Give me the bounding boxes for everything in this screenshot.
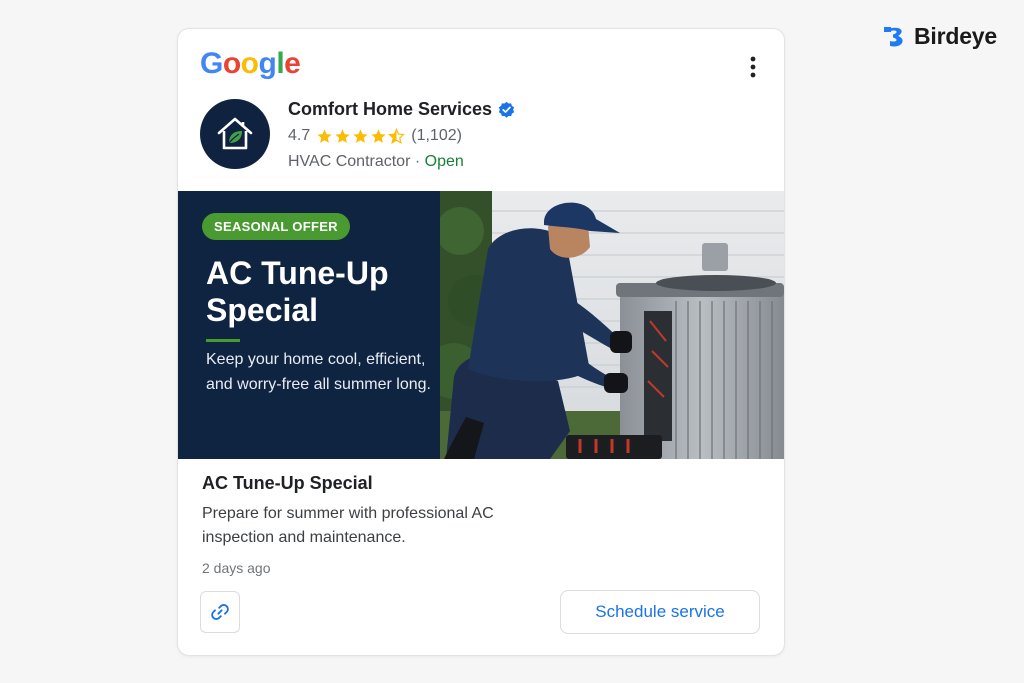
- birdeye-brand: Birdeye: [880, 22, 997, 50]
- separator: ·: [410, 153, 425, 170]
- google-letter: l: [276, 47, 285, 80]
- birdeye-logo-icon: [884, 27, 903, 47]
- more-options-button[interactable]: [738, 49, 768, 85]
- category-status-row: HVAC Contractor · Open: [288, 153, 464, 171]
- post-timestamp: 2 days ago: [202, 560, 271, 576]
- google-letter: g: [258, 47, 277, 80]
- star-rating: [316, 127, 406, 145]
- brand-name: Birdeye: [914, 22, 997, 49]
- business-avatar: [200, 99, 270, 169]
- post-title: AC Tune-Up Special: [202, 473, 373, 493]
- more-vert-icon: [750, 56, 756, 78]
- schedule-service-button[interactable]: Schedule service: [560, 590, 760, 634]
- post-body: Prepare for summer with professional AC …: [202, 505, 494, 546]
- half-star-icon: [388, 127, 406, 144]
- google-letter: o: [222, 47, 241, 80]
- business-name[interactable]: Comfort Home Services: [288, 99, 492, 120]
- seasonal-offer-badge: SEASONAL OFFER: [202, 213, 350, 240]
- star-icon: [335, 128, 350, 143]
- google-logo: Google: [200, 47, 301, 81]
- hero-accent-rule: [206, 339, 240, 342]
- rating-row: 4.7 (1,102): [288, 127, 462, 145]
- google-post-card: Google Comfort Home Services 4.7 (1,102)…: [177, 28, 785, 656]
- technician-photo: [440, 191, 784, 459]
- hero-title: AC Tune-Up Special: [206, 255, 389, 328]
- business-name-row: Comfort Home Services: [288, 99, 515, 120]
- hero-subtitle: Keep your home cool, efficient, and worr…: [206, 351, 431, 393]
- open-status: Open: [424, 153, 464, 170]
- google-letter: G: [200, 47, 223, 80]
- rating-value: 4.7: [288, 127, 311, 144]
- house-leaf-icon: [217, 117, 253, 150]
- star-icon: [317, 128, 332, 143]
- star-icon: [353, 128, 368, 143]
- copy-link-button[interactable]: [200, 591, 240, 633]
- google-letter: o: [240, 47, 259, 80]
- google-letter: e: [284, 47, 301, 80]
- review-count[interactable]: (1,102): [411, 127, 462, 145]
- star-icon: [371, 128, 386, 143]
- verified-check-icon: [498, 101, 515, 118]
- offer-hero-image[interactable]: SEASONAL OFFER AC Tune-Up Special Keep y…: [178, 191, 784, 459]
- hero-text-panel: SEASONAL OFFER AC Tune-Up Special Keep y…: [178, 191, 440, 459]
- business-category: HVAC Contractor: [288, 153, 411, 170]
- link-icon: [211, 604, 229, 620]
